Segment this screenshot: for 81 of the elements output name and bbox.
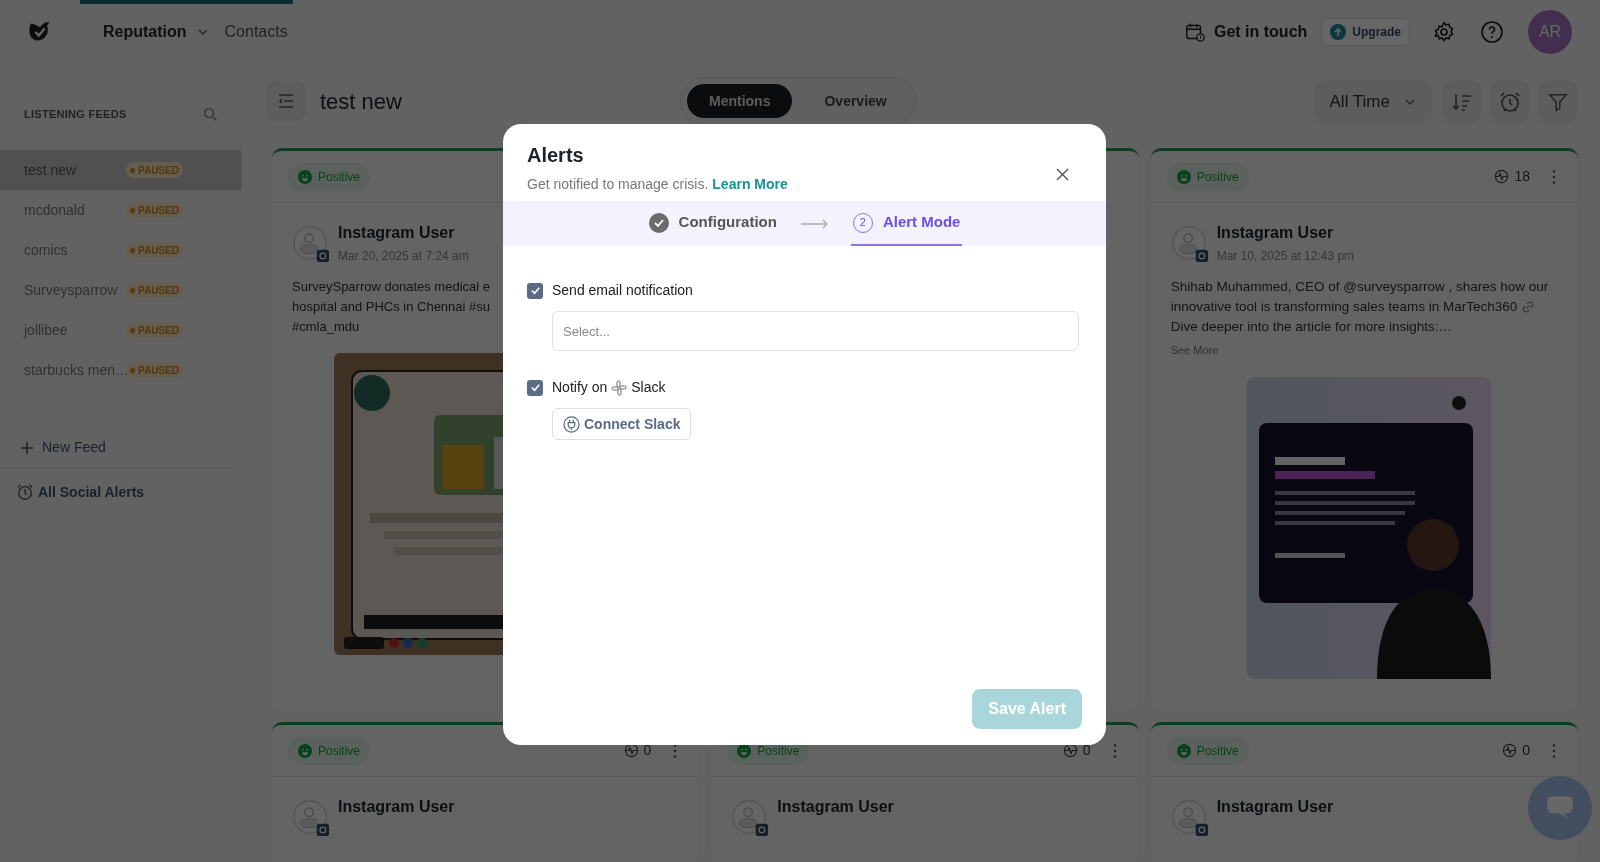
- new-feed-button[interactable]: New Feed: [0, 428, 232, 468]
- post-text: Dive deeper into the article for more insights:…: [1170, 318, 1453, 336]
- user-name: Instagram User: [777, 797, 894, 817]
- smiley-icon: [298, 743, 312, 758]
- feed-title: test new: [320, 87, 403, 116]
- activity-icon: [1062, 743, 1078, 758]
- upload-icon: [1330, 24, 1347, 40]
- alarm-clock-button[interactable]: [1490, 80, 1530, 124]
- check-circle-icon: [648, 212, 669, 233]
- post-text: hospital and PHCs in Chennai #su: [292, 298, 490, 316]
- help-icon[interactable]: [1480, 20, 1504, 44]
- user-name: Instagram User: [338, 797, 455, 817]
- engagement-count: 0: [643, 741, 652, 760]
- status-badge: PAUSED: [126, 242, 183, 258]
- status-badge: PAUSED: [126, 162, 183, 178]
- smiley-icon: [1176, 169, 1191, 184]
- search-icon[interactable]: [203, 107, 217, 121]
- option-label: Slack: [631, 378, 666, 397]
- user-name: Instagram User: [338, 223, 456, 243]
- checkmark-icon: [529, 285, 541, 296]
- sentiment-badge: Positive: [288, 736, 371, 765]
- activity-icon: [1502, 743, 1518, 758]
- dialog-title: Alerts: [527, 143, 585, 168]
- status-badge: PAUSED: [126, 202, 183, 218]
- learn-more-link[interactable]: Learn More: [712, 174, 788, 195]
- option-label: Send email notification: [552, 281, 693, 300]
- sentiment-badge: Positive: [1166, 736, 1249, 765]
- calendar-icon: [1184, 21, 1206, 43]
- upgrade-button[interactable]: Upgrade: [1321, 18, 1410, 46]
- avatar-icon: [1170, 799, 1209, 837]
- checkmark-icon: [529, 382, 541, 393]
- sort-icon: [1451, 91, 1473, 113]
- checkbox[interactable]: [527, 282, 543, 299]
- period-dropdown[interactable]: All Time: [1313, 80, 1432, 124]
- alarm-clock-icon: [16, 483, 34, 501]
- filter-icon: [1547, 91, 1569, 113]
- settings-icon[interactable]: [1432, 20, 1456, 44]
- smiley-icon: [1176, 743, 1191, 758]
- smiley-icon: [298, 169, 312, 184]
- option-label: Notify on: [552, 378, 608, 397]
- post-text: SurveySparrow donates medical e: [292, 278, 490, 296]
- status-badge: PAUSED: [126, 362, 183, 378]
- close-icon: [1055, 167, 1069, 181]
- post-text: innovative tool is transforming sales teams in MarTech360: [1170, 298, 1518, 316]
- connect-slack-button[interactable]: Connect Slack: [552, 408, 692, 440]
- avatar-icon: [292, 225, 330, 263]
- get-in-touch-button[interactable]: Get in touch: [1184, 20, 1308, 44]
- sort-button[interactable]: [1442, 80, 1482, 124]
- user-name: Instagram User: [1216, 223, 1335, 243]
- activity-icon: [1494, 169, 1510, 184]
- avatar-icon: [1170, 225, 1209, 263]
- user-name: Instagram User: [1216, 797, 1334, 817]
- chat-icon: [1545, 795, 1575, 821]
- status-badge: PAUSED: [126, 282, 183, 298]
- engagement-count: 0: [1522, 741, 1530, 760]
- sentiment-badge: Positive: [288, 162, 371, 191]
- avatar-icon: [292, 799, 330, 837]
- sentiment-badge: Positive: [1166, 162, 1249, 191]
- avatar-icon: [731, 799, 770, 837]
- step-tab[interactable]: Configuration: [646, 201, 779, 246]
- checkbox[interactable]: [527, 379, 543, 396]
- plug-icon: [563, 415, 580, 433]
- post-text: Shihab Muhammed, CEO of @surveysparrow , shares how our: [1170, 278, 1549, 296]
- plus-icon: [20, 440, 34, 455]
- arrow-icon: [800, 218, 829, 229]
- engagement-count: 0: [1082, 741, 1091, 760]
- step-tab[interactable]: 2 Alert Mode: [850, 201, 963, 246]
- activity-icon: [623, 743, 639, 758]
- post-text: #cmla_mdu: [292, 318, 360, 336]
- email-select-field[interactable]: Select...: [552, 311, 1079, 351]
- more-options-icon[interactable]: [673, 742, 678, 759]
- filter-button[interactable]: [1538, 80, 1578, 124]
- status-badge: PAUSED: [126, 322, 183, 338]
- all-alerts-link[interactable]: All Social Alerts: [0, 468, 242, 516]
- view-tab[interactable]: Overview: [802, 84, 909, 118]
- hash-grid-icon: [611, 379, 628, 396]
- section-title: LISTENING FEEDS: [24, 106, 127, 122]
- view-tab[interactable]: Mentions: [687, 84, 793, 118]
- dialog-subtitle: Get notified to manage crisis.: [527, 175, 709, 194]
- engagement-count: 18: [1514, 167, 1530, 186]
- alarm-clock-icon: [1498, 90, 1522, 114]
